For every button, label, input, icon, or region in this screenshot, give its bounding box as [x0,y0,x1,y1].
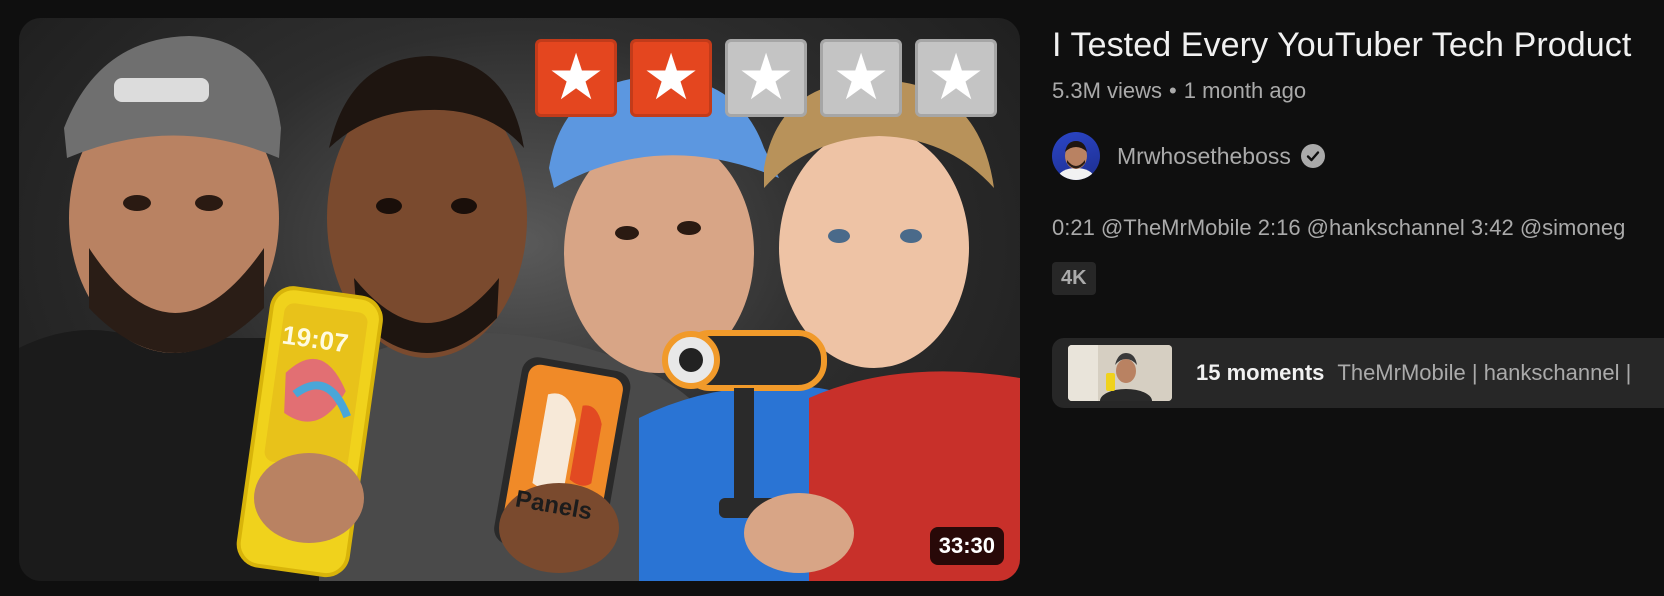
rating-stars: ★ ★ ★ ★ ★ [535,39,997,117]
duration-badge: 33:30 [929,527,1004,565]
rating-star-4: ★ [820,39,902,117]
channel-avatar[interactable] [1052,132,1100,180]
star-icon: ★ [642,41,700,115]
video-result[interactable]: 19:07 Panels ★ ★ ★ ★ ★ 33:30 I Tested Ev… [0,0,1664,596]
video-thumbnail[interactable]: 19:07 Panels ★ ★ ★ ★ ★ 33:30 [19,18,1020,581]
rating-star-5: ★ [915,39,997,117]
view-count: 5.3M views [1052,78,1163,103]
avatar-image [1058,141,1094,180]
quality-badge: 4K [1052,262,1096,295]
star-icon: ★ [547,41,605,115]
rating-star-2: ★ [630,39,712,117]
star-icon: ★ [927,41,985,115]
video-metadata: 5.3M views • 1 month ago [1052,78,1306,104]
description-snippet: 0:21 @TheMrMobile 2:16 @hankschannel 3:4… [1052,215,1626,240]
verified-check-icon [1300,144,1325,168]
rating-star-1: ★ [535,39,617,117]
rating-star-3: ★ [725,39,807,117]
channel-link[interactable]: Mrwhosetheboss [1052,132,1325,180]
moments-names: TheMrMobile | hankschannel | [1337,360,1632,385]
key-moments-chip[interactable]: 15 moments TheMrMobile | hankschannel | [1052,338,1664,408]
channel-name[interactable]: Mrwhosetheboss [1117,143,1291,170]
star-icon: ★ [737,41,795,115]
moment-thumbnail [1068,345,1172,401]
moments-count: 15 moments [1196,360,1325,385]
video-title[interactable]: I Tested Every YouTuber Tech Product [1052,26,1631,65]
upload-age: 1 month ago [1183,78,1307,103]
star-icon: ★ [832,41,890,115]
meta-separator: • [1169,78,1177,103]
